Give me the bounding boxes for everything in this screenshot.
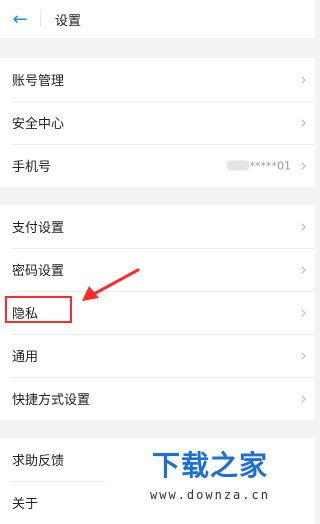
item-label: 手机号 [12, 160, 52, 175]
security-center-item[interactable]: 安全中心 › [0, 101, 315, 144]
item-label: 求助反馈 [12, 454, 65, 469]
item-label: 关于 [12, 497, 39, 512]
chevron-right-icon: › [300, 345, 307, 366]
header-divider [40, 11, 41, 27]
password-settings-item[interactable]: 密码设置 › [0, 248, 315, 291]
watermark-logo: 下载之家 www.downza.cn [105, 440, 315, 513]
watermark-name: 下载之家 [151, 449, 268, 482]
item-label: 安全中心 [12, 117, 65, 132]
item-label: 账号管理 [12, 74, 65, 89]
chevron-right-icon: › [300, 259, 307, 280]
chevron-right-icon: › [300, 112, 307, 133]
payment-settings-item[interactable]: 支付设置 › [0, 205, 315, 248]
item-label: 快捷方式设置 [12, 393, 91, 408]
phone-number-value: *****01 [226, 159, 292, 172]
back-arrow-icon[interactable]: ← [0, 0, 40, 38]
settings-group-account: 账号管理 › 安全中心 › 手机号 *****01 › [0, 58, 315, 187]
account-management-item[interactable]: 账号管理 › [0, 58, 315, 101]
chevron-right-icon: › [300, 302, 307, 323]
chevron-right-icon: › [300, 155, 307, 176]
top-bar: ← 设置 [0, 0, 315, 38]
chevron-right-icon: › [300, 388, 307, 409]
general-item[interactable]: 通用 › [0, 334, 315, 377]
item-label: 通用 [12, 350, 39, 365]
watermark-url: www.downza.cn [150, 488, 270, 502]
chevron-right-icon: › [300, 69, 307, 90]
masked-phone-text: *****01 [249, 159, 292, 172]
redacted-blur [226, 160, 249, 171]
phone-number-item[interactable]: 手机号 *****01 › [0, 144, 315, 187]
page-title: 设置 [55, 13, 82, 29]
shortcut-settings-item[interactable]: 快捷方式设置 › [0, 377, 315, 420]
privacy-highlight-box [5, 296, 72, 323]
item-label: 密码设置 [12, 264, 65, 279]
chevron-right-icon: › [300, 216, 307, 237]
annotation-arrow-icon [82, 268, 140, 301]
item-label: 支付设置 [12, 221, 65, 236]
